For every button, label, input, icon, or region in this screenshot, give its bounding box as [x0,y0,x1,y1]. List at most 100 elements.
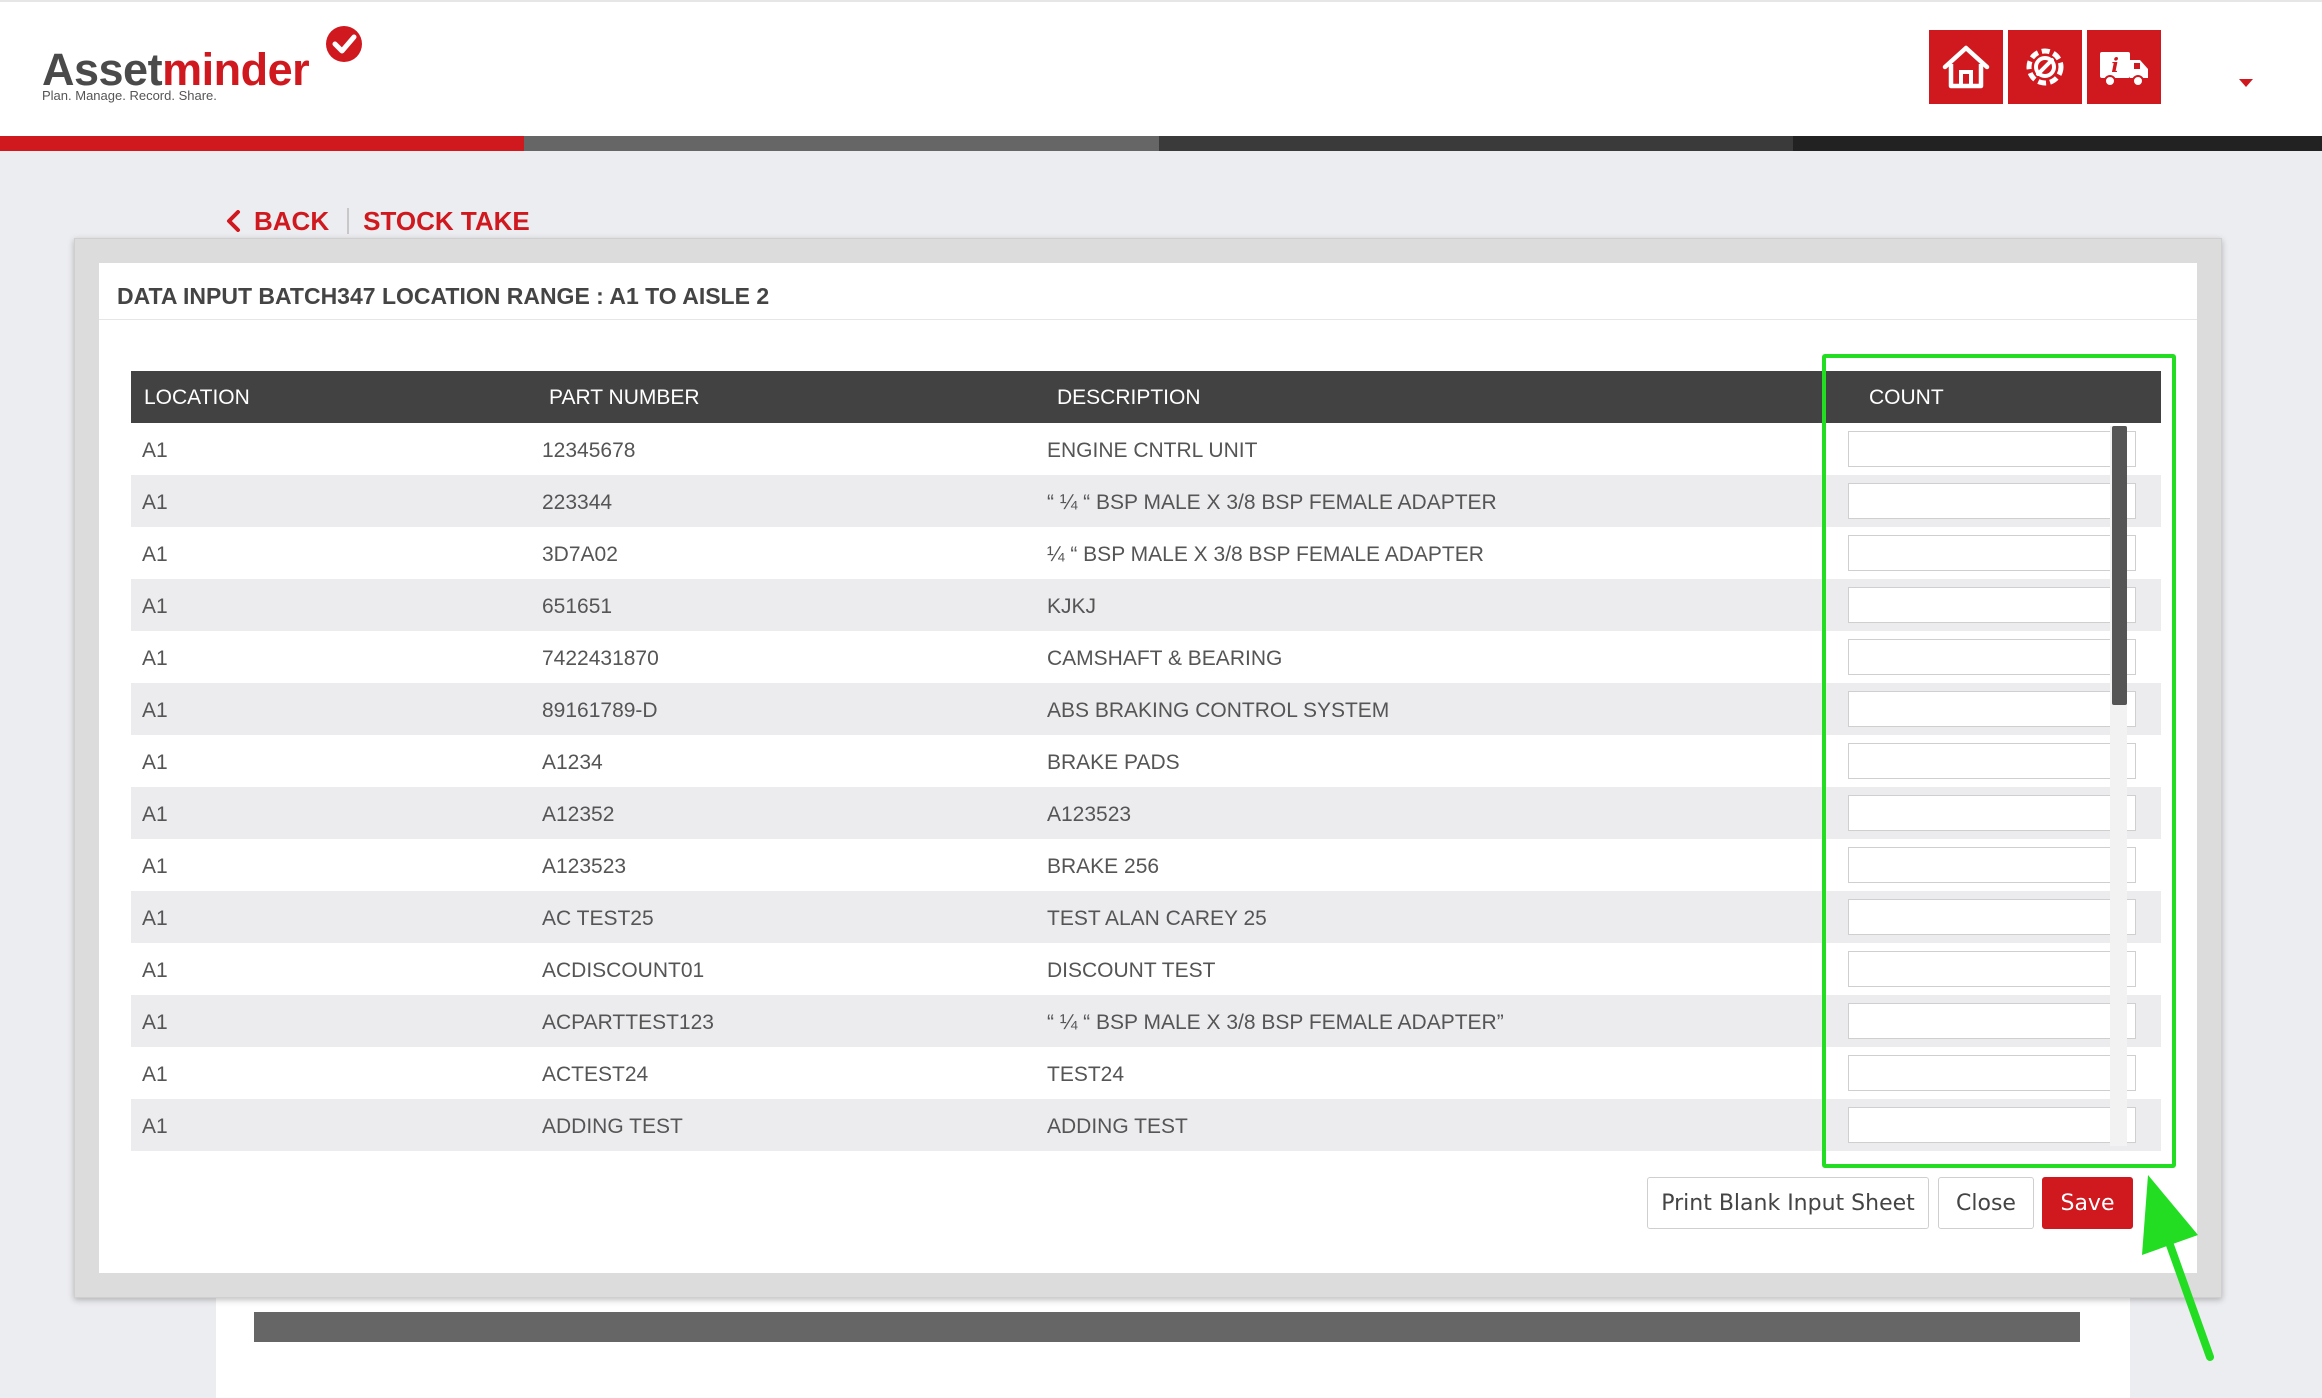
vehicle-info-button[interactable]: i [2087,30,2161,104]
table-row[interactable]: A1 A123523 BRAKE 256 [131,839,2161,891]
table-header: LOCATION PART NUMBER DESCRIPTION COUNT [131,371,2161,423]
cell-location: A1 [142,1115,168,1138]
table-row[interactable]: A1 651651 KJKJ [131,579,2161,631]
column-header-location[interactable]: LOCATION [144,386,250,410]
breadcrumb-separator [347,208,350,234]
save-button[interactable]: Save [2042,1177,2133,1229]
cell-description: ¼ “ BSP MALE X 3/8 BSP FEMALE ADAPTER [1047,543,1484,566]
cell-description: ADDING TEST [1047,1115,1188,1138]
table-row[interactable]: A1 3D7A02 ¼ “ BSP MALE X 3/8 BSP FEMALE AD… [131,527,2161,579]
table-row[interactable]: A1 223344 “ ¼ “ BSP MALE X 3/8 BSP FEMALE … [131,475,2161,527]
cell-description: ENGINE CNTRL UNIT [1047,439,1258,462]
home-button[interactable] [1929,30,2003,104]
cell-part-number: 12345678 [542,439,636,462]
cell-description: KJKJ [1047,595,1097,618]
settings-icon [2026,48,2064,86]
cell-location: A1 [142,439,168,462]
cell-description: BRAKE PADS [1047,751,1180,774]
cell-location: A1 [142,543,168,566]
cell-description: “ ¼ “ BSP MALE X 3/8 BSP FEMALE ADAPTER” [1047,1011,1504,1034]
app-header: Assetminder Plan. Manage. Record. Share. [0,0,2322,136]
svg-text:i: i [2111,53,2119,77]
modal-title: DATA INPUT BATCH347 LOCATION RANGE : A1 … [117,283,770,309]
data-input-modal-backdrop: DATA INPUT BATCH347 LOCATION RANGE : A1 … [74,238,2222,1298]
count-input[interactable] [1848,1055,2136,1091]
cell-part-number: ACDISCOUNT01 [542,959,705,982]
column-header-count[interactable]: COUNT [1869,386,1944,410]
count-input[interactable] [1848,691,2136,727]
count-input[interactable] [1848,795,2136,831]
count-input[interactable] [1848,639,2136,675]
count-input[interactable] [1848,431,2136,467]
table-row[interactable]: A1 ACTEST24 TEST24 [131,1047,2161,1099]
table-row[interactable]: A1 A12352 A123523 [131,787,2161,839]
cell-part-number: 89161789-D [542,699,658,722]
table-row[interactable]: A1 AC TEST25 TEST ALAN CAREY 25 [131,891,2161,943]
count-input[interactable] [1848,847,2136,883]
back-link[interactable]: BACK [254,206,329,237]
table-row[interactable]: A1 ACDISCOUNT01 DISCOUNT TEST [131,943,2161,995]
cell-location: A1 [142,491,168,514]
cell-part-number: ADDING TEST [542,1115,683,1138]
cell-description: TEST24 [1047,1063,1125,1086]
cell-location: A1 [142,1011,168,1034]
cell-part-number: 7422431870 [542,647,659,670]
count-input[interactable] [1848,899,2136,935]
table-row[interactable]: A1 89161789-D ABS BRAKING CONTROL SYSTEM [131,683,2161,735]
cell-part-number: 651651 [542,595,613,618]
breadcrumb: BACK STOCK TAKE [224,206,530,236]
user-menu-caret-icon[interactable] [2238,78,2254,88]
progress-segment-2 [524,136,1159,151]
table-row[interactable]: A1 7422431870 CAMSHAFT & BEARING [131,631,2161,683]
count-input[interactable] [1848,1107,2136,1143]
cell-location: A1 [142,1063,168,1086]
cell-location: A1 [142,699,168,722]
count-input[interactable] [1848,535,2136,571]
cell-part-number: A123523 [542,855,627,878]
table-row[interactable]: A1 ACPARTTEST123 “ ¼ “ BSP MALE X 3/8 BSP … [131,995,2161,1047]
count-input[interactable] [1848,951,2136,987]
cell-part-number: 223344 [542,491,613,514]
count-input[interactable] [1848,743,2136,779]
assetminder-logo[interactable]: Assetminder Plan. Manage. Record. Share. [42,22,382,112]
cell-location: A1 [142,751,168,774]
settings-button[interactable] [2008,30,2082,104]
cell-part-number: A12352 [542,803,615,826]
cell-part-number: A1234 [542,751,603,774]
home-icon [1942,45,1990,89]
table-row[interactable]: A1 A1234 BRAKE PADS [131,735,2161,787]
cell-location: A1 [142,803,168,826]
modal-divider [99,319,2197,320]
background-page-panel [216,1290,2130,1398]
table-row[interactable]: A1 12345678 ENGINE CNTRL UNIT [131,423,2161,475]
cell-description: “ ¼ “ BSP MALE X 3/8 BSP FEMALE ADAPTER [1047,491,1497,514]
cell-description: DISCOUNT TEST [1047,959,1216,982]
count-input[interactable] [1848,483,2136,519]
truck-info-icon: i [2100,52,2148,87]
column-header-part-number[interactable]: PART NUMBER [549,386,700,410]
cell-location: A1 [142,647,168,670]
stock-table-body[interactable]: A1 12345678 ENGINE CNTRL UNIT A1 223344 “ ¼ “… [131,423,2161,1151]
column-header-description[interactable]: DESCRIPTION [1057,386,1201,410]
cell-location: A1 [142,855,168,878]
cell-location: A1 [142,595,168,618]
count-input[interactable] [1848,587,2136,623]
progress-segment-3 [1159,136,1793,151]
print-blank-input-sheet-button[interactable]: Print Blank Input Sheet [1647,1177,1929,1229]
cell-part-number: ACTEST24 [542,1063,649,1086]
cell-location: A1 [142,907,168,930]
chevron-left-icon[interactable] [224,210,242,232]
stock-take-link[interactable]: STOCK TAKE [363,206,530,237]
cell-part-number: 3D7A02 [542,543,618,566]
header-progress-bar [0,136,2322,151]
table-row[interactable]: A1 ADDING TEST ADDING TEST [131,1099,2161,1151]
progress-segment-1 [0,136,524,151]
close-button[interactable]: Close [1938,1177,2034,1229]
count-input[interactable] [1848,1003,2136,1039]
background-table-header [254,1312,2080,1342]
table-scrollbar-thumb[interactable] [2112,426,2127,705]
cell-description: ABS BRAKING CONTROL SYSTEM [1047,699,1390,722]
cell-description: A123523 [1047,803,1132,826]
logo-check-icon [326,26,362,62]
cell-description: TEST ALAN CAREY 25 [1047,907,1267,930]
